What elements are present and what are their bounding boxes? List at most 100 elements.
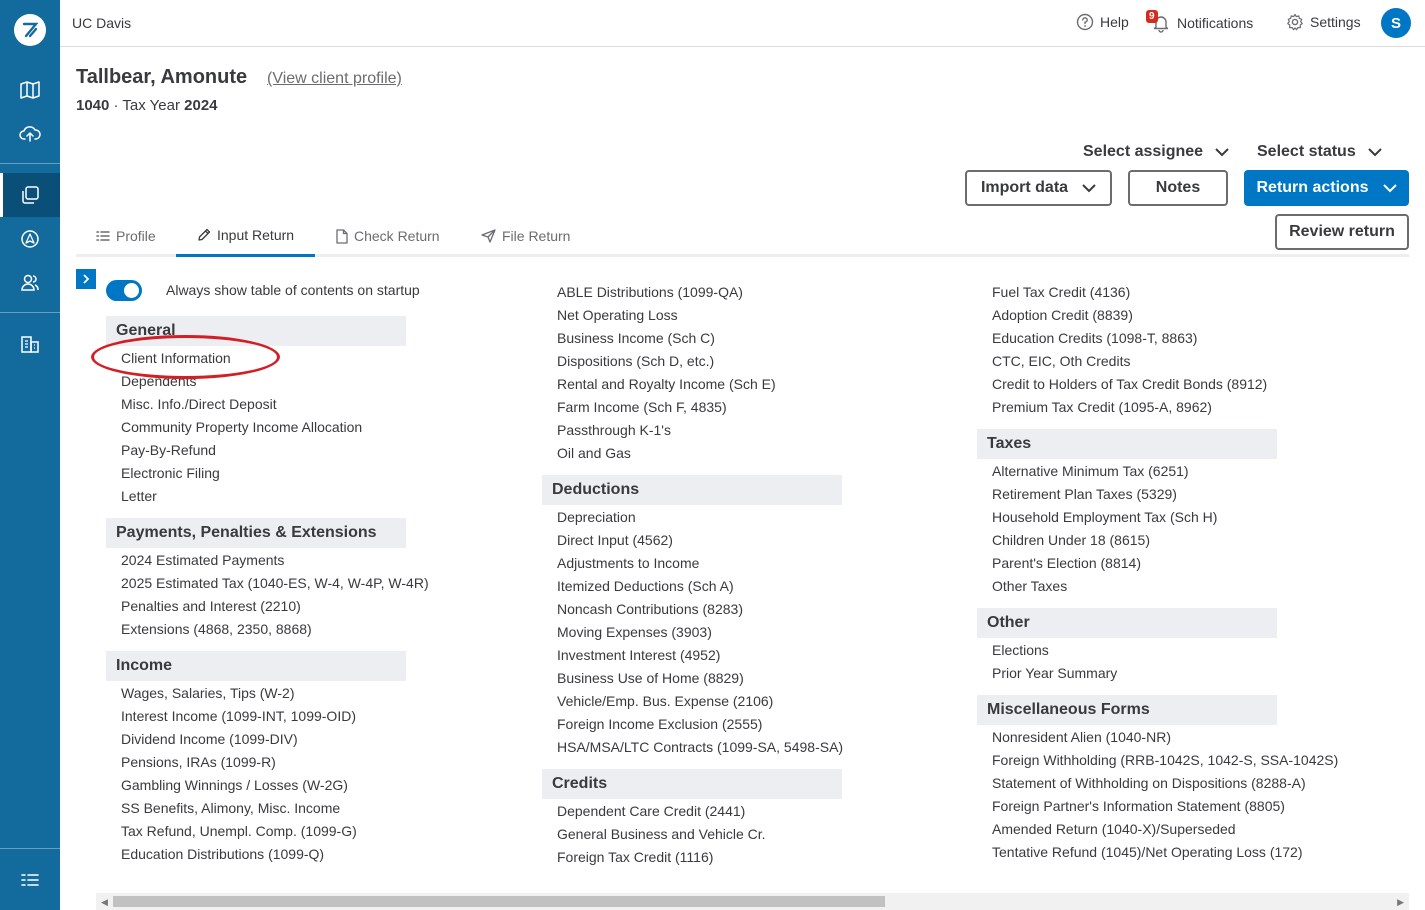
returns-icon[interactable] [0, 173, 60, 217]
tab-profile[interactable]: Profile [96, 215, 156, 257]
toc-other-taxes[interactable]: Other Taxes [992, 578, 1067, 594]
expand-menu-icon[interactable] [0, 858, 60, 902]
help-icon [1076, 13, 1094, 31]
chevron-right-icon [82, 274, 89, 284]
toc-tax-refund[interactable]: Tax Refund, Unempl. Comp. (1099-G) [121, 823, 357, 839]
scrollbar-thumb[interactable] [113, 896, 885, 907]
toc-estimated-tax[interactable]: 2025 Estimated Tax (1040-ES, W-4, W-4P, … [121, 575, 429, 591]
scroll-right-icon[interactable]: ▶ [1397, 897, 1404, 908]
toc-elections[interactable]: Elections [992, 642, 1049, 658]
select-status-dropdown[interactable]: Select status [1257, 143, 1382, 161]
toc-ss-benefits[interactable]: SS Benefits, Alimony, Misc. Income [121, 800, 340, 816]
section-deductions: Deductions [542, 475, 842, 505]
notes-button[interactable]: Notes [1128, 170, 1228, 206]
toc-dividend-income[interactable]: Dividend Income (1099-DIV) [121, 731, 298, 747]
notifications-badge: 9 [1146, 10, 1158, 23]
toc-net-operating-loss[interactable]: Net Operating Loss [557, 307, 678, 323]
toc-interest-income[interactable]: Interest Income (1099-INT, 1099-OID) [121, 708, 356, 724]
return-actions-button[interactable]: Return actions [1244, 170, 1409, 206]
toc-hsa-msa[interactable]: HSA/MSA/LTC Contracts (1099-SA, 5498-SA) [557, 739, 843, 755]
toc-general-business[interactable]: General Business and Vehicle Cr. [557, 826, 766, 842]
toc-passthrough-k1[interactable]: Passthrough K-1's [557, 422, 671, 438]
show-toc-toggle[interactable] [106, 280, 142, 301]
firm-building-icon[interactable] [0, 322, 60, 366]
toc-farm-income[interactable]: Farm Income (Sch F, 4835) [557, 399, 727, 415]
toc-withholding-dispositions[interactable]: Statement of Withholding on Dispositions… [992, 775, 1306, 791]
cloud-upload-icon[interactable] [0, 112, 60, 156]
toc-tax-credit-bonds[interactable]: Credit to Holders of Tax Credit Bonds (8… [992, 376, 1267, 392]
toc-vehicle-expense[interactable]: Vehicle/Emp. Bus. Expense (2106) [557, 693, 773, 709]
tab-check-return[interactable]: Check Return [336, 215, 440, 257]
toc-electronic-filing[interactable]: Electronic Filing [121, 465, 220, 481]
form-type: 1040 [76, 97, 110, 114]
toc-education-distributions[interactable]: Education Distributions (1099-Q) [121, 846, 324, 862]
toc-direct-input[interactable]: Direct Input (4562) [557, 532, 673, 548]
section-other: Other [977, 608, 1277, 638]
toc-dispositions[interactable]: Dispositions (Sch D, etc.) [557, 353, 714, 369]
select-assignee-dropdown[interactable]: Select assignee [1083, 143, 1229, 161]
toc-amended-return[interactable]: Amended Return (1040-X)/Superseded [992, 821, 1236, 837]
expand-toc-button[interactable] [76, 269, 96, 289]
toc-children-under-18[interactable]: Children Under 18 (8615) [992, 532, 1150, 548]
toc-pay-by-refund[interactable]: Pay-By-Refund [121, 442, 216, 458]
toc-fuel-tax-credit[interactable]: Fuel Tax Credit (4136) [992, 284, 1130, 300]
toc-depreciation[interactable]: Depreciation [557, 509, 636, 525]
toc-dependent-care[interactable]: Dependent Care Credit (2441) [557, 803, 745, 819]
toc-noncash[interactable]: Noncash Contributions (8283) [557, 601, 743, 617]
toc-able-distributions[interactable]: ABLE Distributions (1099-QA) [557, 284, 743, 300]
toc-parents-election[interactable]: Parent's Election (8814) [992, 555, 1141, 571]
toc-retirement-plan-taxes[interactable]: Retirement Plan Taxes (5329) [992, 486, 1177, 502]
tab-file-return[interactable]: File Return [481, 215, 570, 257]
tab-check-return-label: Check Return [354, 228, 440, 244]
scroll-left-icon[interactable]: ◀ [101, 897, 108, 908]
toc-adjustments[interactable]: Adjustments to Income [557, 555, 699, 571]
toc-gambling[interactable]: Gambling Winnings / Losses (W-2G) [121, 777, 348, 793]
toc-misc-info[interactable]: Misc. Info./Direct Deposit [121, 396, 277, 412]
toc-penalties-interest[interactable]: Penalties and Interest (2210) [121, 598, 301, 614]
toc-community-property[interactable]: Community Property Income Allocation [121, 419, 362, 435]
horizontal-scrollbar[interactable]: ◀ ▶ [96, 893, 1409, 910]
toc-oil-gas[interactable]: Oil and Gas [557, 445, 631, 461]
import-data-button[interactable]: Import data [965, 170, 1112, 206]
toc-nonresident-alien[interactable]: Nonresident Alien (1040-NR) [992, 729, 1171, 745]
toc-premium-tax-credit[interactable]: Premium Tax Credit (1095-A, 8962) [992, 399, 1212, 415]
tab-input-return[interactable]: Input Return [176, 215, 315, 257]
toc-estimated-payments[interactable]: 2024 Estimated Payments [121, 552, 284, 568]
toc-investment-interest[interactable]: Investment Interest (4952) [557, 647, 720, 663]
toc-pensions[interactable]: Pensions, IRAs (1099-R) [121, 754, 276, 770]
toc-adoption-credit[interactable]: Adoption Credit (8839) [992, 307, 1133, 323]
section-income: Income [106, 651, 406, 681]
toc-amt[interactable]: Alternative Minimum Tax (6251) [992, 463, 1189, 479]
select-assignee-label: Select assignee [1083, 143, 1204, 160]
toc-business-use-home[interactable]: Business Use of Home (8829) [557, 670, 744, 686]
document-icon [336, 228, 348, 244]
toc-wages[interactable]: Wages, Salaries, Tips (W-2) [121, 685, 295, 701]
section-payments: Payments, Penalties & Extensions [106, 518, 406, 548]
toc-letter[interactable]: Letter [121, 488, 157, 504]
user-avatar[interactable]: S [1381, 8, 1411, 38]
toc-prior-year-summary[interactable]: Prior Year Summary [992, 665, 1117, 681]
toc-education-credits[interactable]: Education Credits (1098-T, 8863) [992, 330, 1197, 346]
toc-foreign-withholding[interactable]: Foreign Withholding (RRB-1042S, 1042-S, … [992, 752, 1338, 768]
toc-foreign-partner[interactable]: Foreign Partner's Information Statement … [992, 798, 1285, 814]
view-client-profile-link[interactable]: (View client profile) [267, 70, 402, 88]
toc-itemized[interactable]: Itemized Deductions (Sch A) [557, 578, 734, 594]
map-icon[interactable] [0, 68, 60, 112]
toc-moving[interactable]: Moving Expenses (3903) [557, 624, 712, 640]
toc-rental-royalty[interactable]: Rental and Royalty Income (Sch E) [557, 376, 776, 392]
help-button[interactable]: Help [1076, 13, 1129, 31]
notifications-button[interactable]: 9 Notifications [1146, 10, 1254, 33]
toc-ctc-eic[interactable]: CTC, EIC, Oth Credits [992, 353, 1130, 369]
toc-business-income[interactable]: Business Income (Sch C) [557, 330, 715, 346]
toc-tentative-refund[interactable]: Tentative Refund (1045)/Net Operating Lo… [992, 844, 1303, 860]
toc-household-employment[interactable]: Household Employment Tax (Sch H) [992, 509, 1217, 525]
app-logo-icon[interactable] [14, 14, 46, 46]
compass-icon[interactable] [0, 217, 60, 261]
notifications-label: Notifications [1177, 15, 1254, 31]
clients-icon[interactable] [0, 261, 60, 305]
toc-foreign-tax-credit[interactable]: Foreign Tax Credit (1116) [557, 849, 713, 865]
toc-extensions[interactable]: Extensions (4868, 2350, 8868) [121, 621, 312, 637]
toc-foreign-income-exclusion[interactable]: Foreign Income Exclusion (2555) [557, 716, 762, 732]
settings-button[interactable]: Settings [1286, 13, 1361, 31]
send-icon [481, 229, 496, 243]
